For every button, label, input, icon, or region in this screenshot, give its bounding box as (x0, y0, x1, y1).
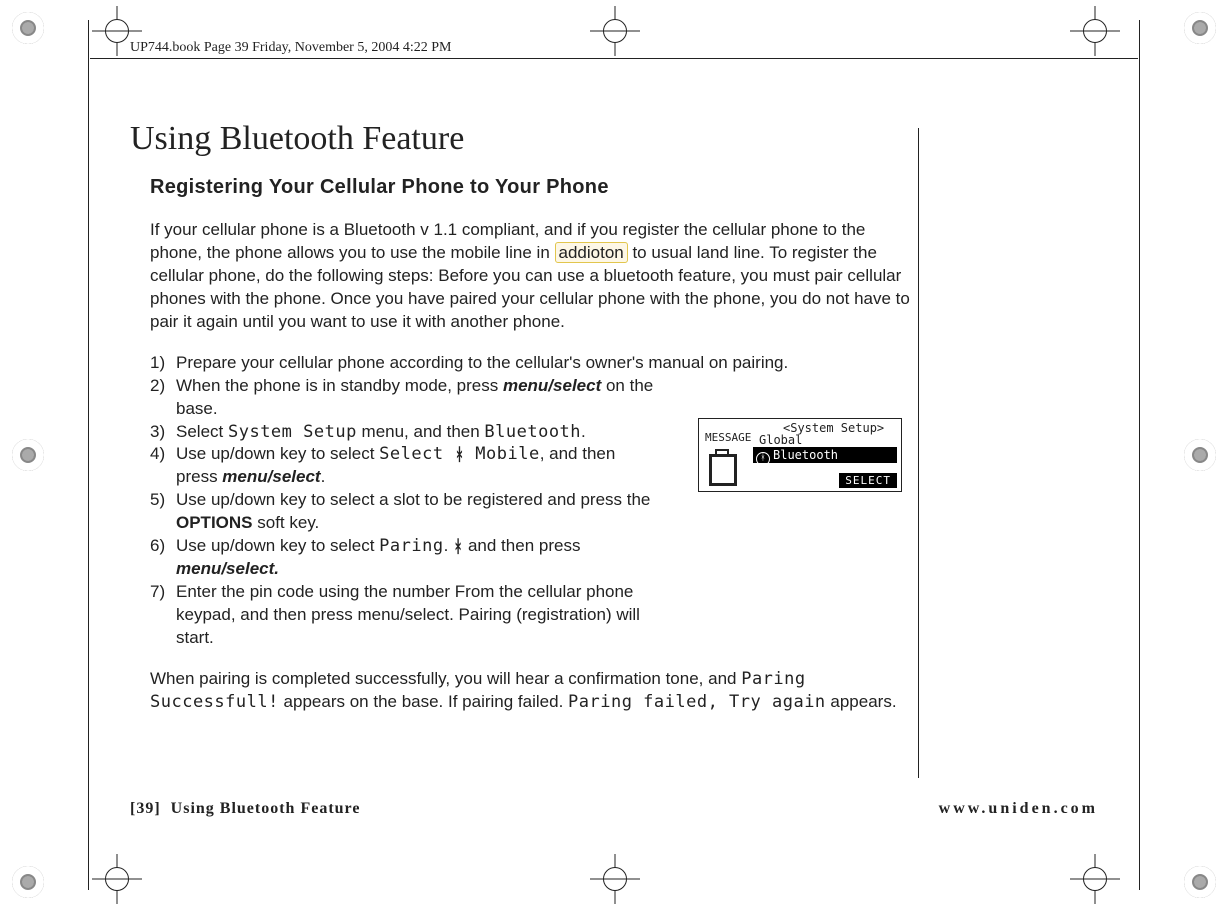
crop-mark-icon (1184, 866, 1216, 898)
ui-term: menu/select (222, 467, 320, 486)
lcd-term: Bluetooth (484, 422, 581, 442)
lcd-term: Paring failed, Try again (568, 692, 826, 712)
closing-paragraph: When pairing is completed successfully, … (150, 668, 915, 714)
crop-mark-icon (1184, 12, 1216, 44)
running-header: UP744.book Page 39 Friday, November 5, 2… (130, 40, 451, 56)
step-number: 4) (150, 443, 176, 489)
page-footer: [39] Using Bluetooth Feature www.uniden.… (130, 800, 1098, 818)
step-text: menu, and then (357, 422, 485, 441)
content-divider (918, 128, 919, 778)
crop-mark-icon (12, 866, 44, 898)
step-text: . (581, 422, 586, 441)
step-number: 2) (150, 375, 176, 421)
step-text: . (444, 536, 453, 555)
section-heading: Registering Your Cellular Phone to Your … (150, 176, 915, 199)
bluetooth-icon: ᚼ (454, 444, 464, 467)
register-mark-icon (1070, 854, 1120, 904)
step-text: Use up/down key to select a slot to be r… (176, 490, 650, 509)
register-mark-icon (590, 6, 640, 56)
register-mark-icon (590, 854, 640, 904)
page-number: [39] (130, 800, 161, 817)
lcd-term: System Setup (228, 422, 357, 442)
step-text: Enter the pin code using the number From… (176, 581, 656, 650)
lcd-menu-item: Global (759, 433, 802, 447)
step-number: 7) (150, 581, 176, 650)
header-rule (90, 58, 1138, 59)
lcd-softkey: SELECT (839, 473, 897, 488)
battery-icon (709, 449, 737, 483)
ui-term: OPTIONS (176, 513, 253, 532)
step-number: 6) (150, 535, 176, 581)
highlighted-typo: addioton (555, 242, 628, 263)
step-item: 6) Use up/down key to select Paring. ᚼ a… (150, 535, 915, 581)
bluetooth-icon: ᚼ (453, 536, 463, 559)
ui-term: menu/select. (176, 559, 279, 578)
frame-line (88, 20, 89, 890)
step-text: and then press (463, 536, 580, 555)
crop-mark-icon (12, 439, 44, 471)
footer-url: www.uniden.com (939, 800, 1098, 818)
step-text: Use up/down key to select (176, 536, 379, 555)
step-item: 7) Enter the pin code using the number F… (150, 581, 915, 650)
register-mark-icon (1070, 6, 1120, 56)
lcd-message-label: MESSAGE (705, 431, 751, 444)
crop-mark-icon (1184, 439, 1216, 471)
lcd-menu-label: Bluetooth (773, 448, 838, 462)
step-text: . (321, 467, 326, 486)
closing-text: appears on the base. If pairing failed. (279, 692, 568, 711)
lcd-term: Paring (379, 536, 443, 556)
step-number: 1) (150, 352, 176, 375)
step-text: Use up/down key to select (176, 444, 379, 463)
footer-section: Using Bluetooth Feature (171, 800, 361, 817)
step-number: 3) (150, 421, 176, 444)
frame-line (1139, 20, 1140, 890)
bluetooth-icon: ᚼ (756, 452, 770, 466)
step-item: 2) When the phone is in standby mode, pr… (150, 375, 915, 421)
crop-mark-icon (12, 12, 44, 44)
intro-paragraph: If your cellular phone is a Bluetooth v … (150, 219, 915, 334)
page-title: Using Bluetooth Feature (130, 120, 915, 158)
phone-lcd-illustration: <System Setup> MESSAGE Global ᚼBluetooth… (698, 418, 902, 492)
page-content: Using Bluetooth Feature Registering Your… (130, 120, 915, 714)
step-text: Prepare your cellular phone according to… (176, 352, 915, 375)
ui-term: menu/select (503, 376, 601, 395)
step-item: 1) Prepare your cellular phone according… (150, 352, 915, 375)
step-item: 5) Use up/down key to select a slot to b… (150, 489, 915, 535)
step-number: 5) (150, 489, 176, 535)
lcd-term: Select (379, 444, 454, 464)
closing-text: When pairing is completed successfully, … (150, 669, 741, 688)
register-mark-icon (92, 854, 142, 904)
step-text: When the phone is in standby mode, press (176, 376, 503, 395)
lcd-term: Mobile (465, 444, 540, 464)
step-text: Select (176, 422, 228, 441)
step-text: soft key. (253, 513, 320, 532)
closing-text: appears. (826, 692, 897, 711)
steps-list: 1) Prepare your cellular phone according… (150, 352, 915, 650)
lcd-menu-item-selected: ᚼBluetooth (753, 447, 897, 463)
